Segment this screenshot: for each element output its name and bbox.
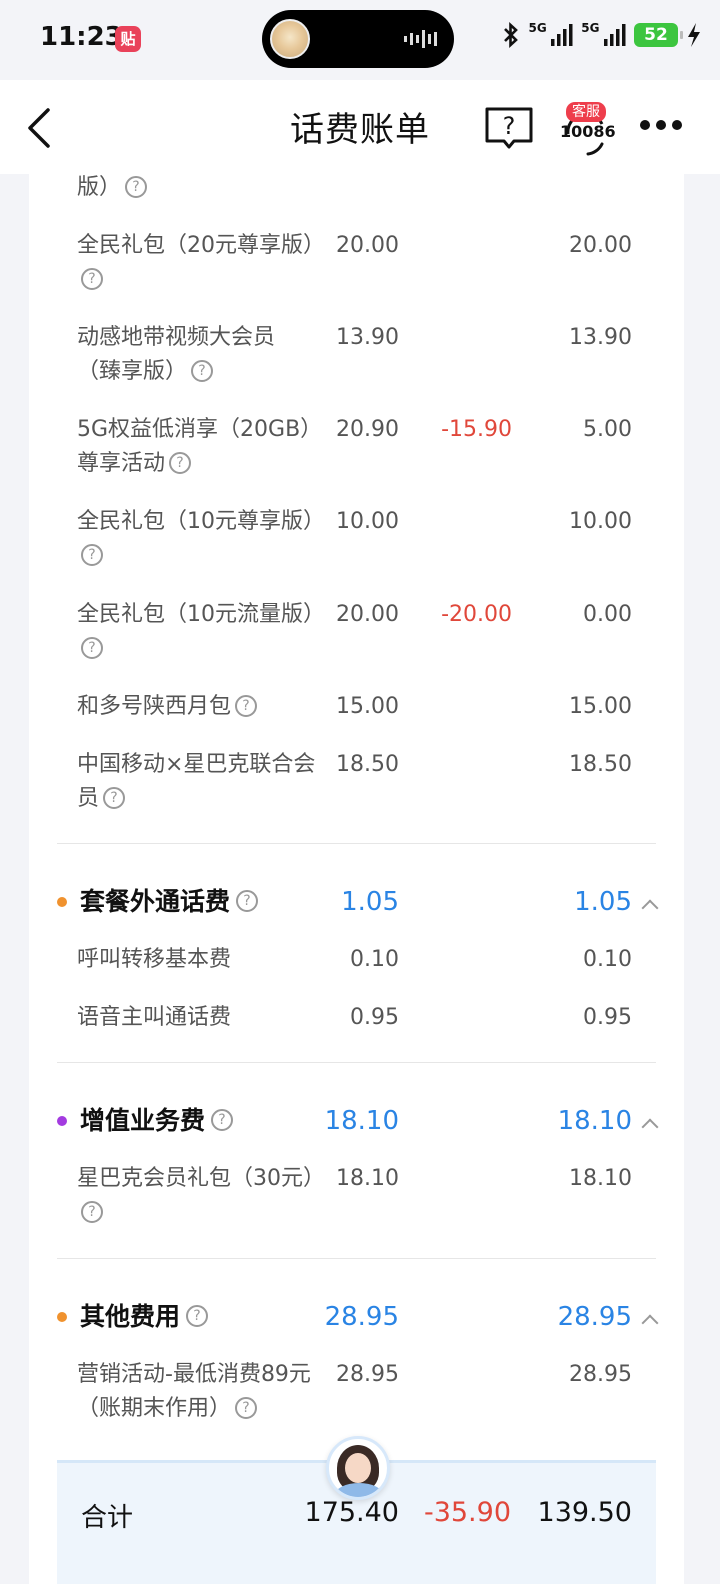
- category-dot: [57, 1116, 67, 1126]
- item-name: 全民礼包（20元尊享版）: [77, 233, 325, 258]
- total-actual: 139.50: [537, 1497, 632, 1528]
- total-label: 合计: [81, 1503, 134, 1533]
- nav-bar: 话费账单 ? 客服 10086: [0, 80, 720, 174]
- service-number: 10086: [560, 122, 616, 141]
- item-base: 18.10: [336, 1166, 399, 1191]
- bluetooth-icon: [503, 22, 518, 48]
- item-name: 营销活动-最低消费89元（账期末作用）: [77, 1362, 311, 1421]
- category-dot: [57, 1312, 67, 1322]
- status-bar: 11:23 贴 5G 5G 52: [0, 0, 720, 80]
- chevron-up-icon[interactable]: [641, 1314, 659, 1332]
- item-base: 15.00: [336, 694, 399, 719]
- help-circle-icon[interactable]: ?: [211, 1109, 234, 1131]
- app-notification-icon: 贴: [115, 26, 141, 52]
- help-circle-icon[interactable]: ?: [191, 360, 214, 382]
- help-circle-icon[interactable]: ?: [81, 268, 103, 290]
- category-name: 增值业务费: [80, 1106, 206, 1135]
- item-base: 13.90: [336, 325, 399, 350]
- item-base: 28.95: [336, 1362, 399, 1387]
- dynamic-island[interactable]: [262, 10, 454, 68]
- item-name: 全民礼包（10元尊享版）: [77, 509, 325, 534]
- chevron-up-icon[interactable]: [641, 899, 659, 917]
- item-name: 动感地带视频大会员（臻享版）: [77, 325, 276, 384]
- help-circle-icon[interactable]: ?: [236, 890, 259, 912]
- total-base: 175.40: [304, 1497, 399, 1528]
- item-base: 20.00: [336, 233, 399, 258]
- item-name: 全民礼包（10元流量版）: [77, 602, 325, 627]
- item-name: 和多号陕西月包: [77, 694, 232, 719]
- item-actual: 0.95: [583, 1005, 632, 1030]
- category-actual: 28.95: [557, 1302, 632, 1332]
- service-badge: 客服: [566, 102, 606, 122]
- help-circle-icon[interactable]: ?: [125, 176, 148, 198]
- item-actual: 10.00: [569, 509, 632, 534]
- item-base: 18.50: [336, 752, 399, 777]
- category-base: 18.10: [324, 1106, 399, 1136]
- item-base: 0.95: [350, 1005, 399, 1030]
- category-dot: [57, 897, 67, 907]
- help-circle-icon[interactable]: ?: [235, 1397, 258, 1419]
- item-actual: 20.00: [569, 233, 632, 258]
- customer-service-button[interactable]: 客服 10086: [558, 102, 616, 156]
- more-icon[interactable]: [640, 120, 682, 130]
- total-discount: -35.90: [423, 1497, 511, 1528]
- item-base: 10.00: [336, 509, 399, 534]
- item-actual: 0.00: [583, 602, 632, 627]
- help-circle-icon[interactable]: ?: [81, 544, 103, 566]
- category-name: 其他费用: [80, 1302, 181, 1331]
- category-name: 套餐外通话费: [80, 887, 231, 916]
- item-name: 5G权益低消享（20GB）尊享活动: [77, 417, 312, 476]
- item-base: 20.00: [336, 602, 399, 627]
- help-circle-icon[interactable]: ?: [81, 637, 103, 659]
- item-name: 版）: [77, 175, 122, 200]
- item-actual: 15.00: [569, 694, 632, 719]
- divider: [57, 1258, 656, 1259]
- bill-card: 版）? 全民礼包（20元尊享版）? 20.00 20.00 动感地带视频大会员（…: [29, 174, 684, 1584]
- svg-text:?: ?: [503, 112, 516, 140]
- chevron-up-icon[interactable]: [641, 1118, 659, 1136]
- help-circle-icon[interactable]: ?: [169, 452, 192, 474]
- battery-indicator: 52: [634, 23, 683, 47]
- category-actual: 1.05: [574, 887, 632, 917]
- item-actual: 18.50: [569, 752, 632, 777]
- item-actual: 5.00: [583, 417, 632, 442]
- help-book-icon[interactable]: ?: [484, 106, 534, 150]
- audio-wave-icon: [404, 30, 437, 48]
- item-actual: 0.10: [583, 947, 632, 972]
- help-circle-icon[interactable]: ?: [103, 787, 126, 809]
- item-actual: 18.10: [569, 1166, 632, 1191]
- divider: [57, 1062, 656, 1063]
- item-discount: -20.00: [441, 602, 512, 627]
- system-icons: 5G 5G 52: [501, 21, 702, 48]
- item-name: 语音主叫通话费: [77, 1005, 232, 1030]
- charging-bolt-icon: [688, 23, 700, 47]
- assistant-avatar[interactable]: [326, 1436, 390, 1500]
- help-circle-icon[interactable]: ?: [81, 1201, 103, 1223]
- divider: [57, 843, 656, 844]
- category-base: 28.95: [324, 1302, 399, 1332]
- item-base: 20.90: [336, 417, 399, 442]
- signal-icon-1: 5G: [529, 21, 574, 46]
- item-base: 0.10: [350, 947, 399, 972]
- status-time: 11:23: [40, 22, 123, 52]
- category-actual: 18.10: [557, 1106, 632, 1136]
- signal-icon-2: 5G: [581, 21, 626, 46]
- item-actual: 28.95: [569, 1362, 632, 1387]
- item-name: 呼叫转移基本费: [77, 947, 232, 972]
- media-artwork: [270, 19, 310, 59]
- item-discount: -15.90: [441, 417, 512, 442]
- help-circle-icon[interactable]: ?: [235, 695, 258, 717]
- category-base: 1.05: [341, 887, 399, 917]
- item-name: 星巴克会员礼包（30元）: [77, 1166, 325, 1191]
- item-actual: 13.90: [569, 325, 632, 350]
- help-circle-icon[interactable]: ?: [186, 1305, 209, 1327]
